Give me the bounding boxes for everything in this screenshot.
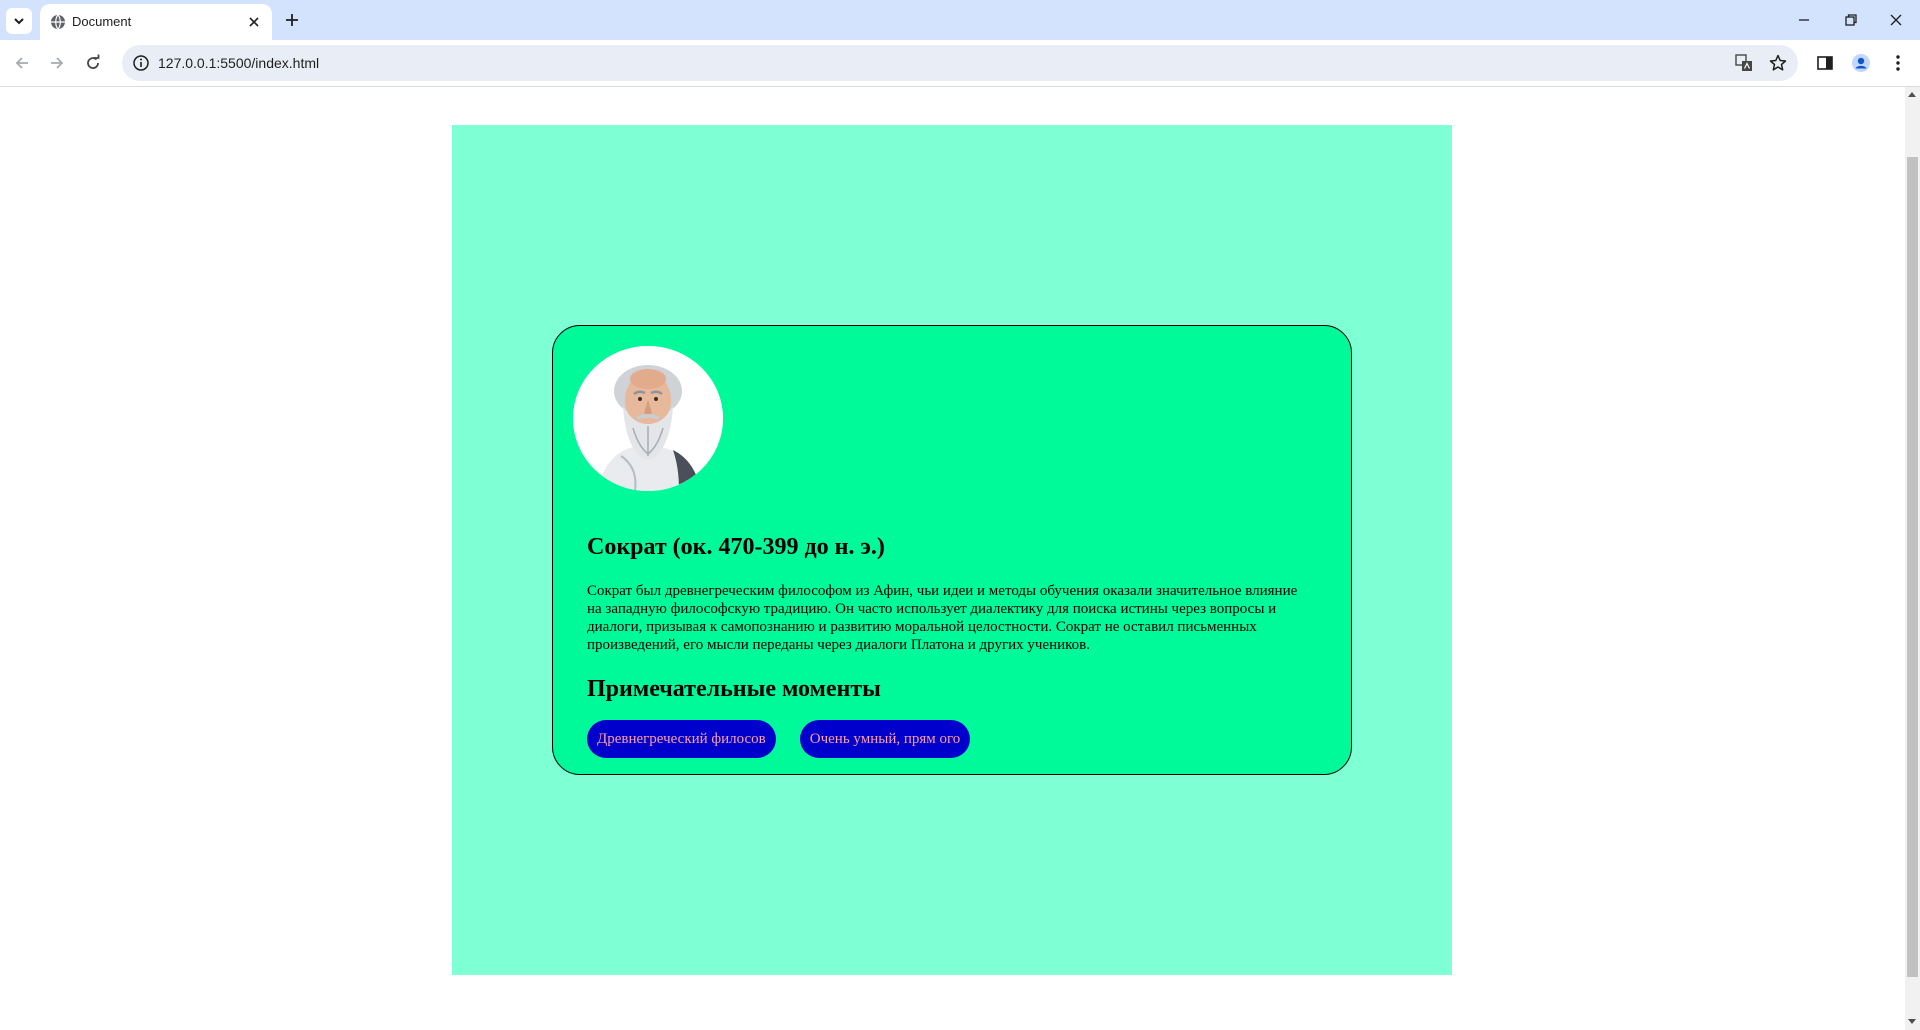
scroll-up-arrow[interactable]: [1908, 92, 1916, 97]
tab-strip: Document: [0, 0, 1920, 40]
forward-arrow-icon[interactable]: [47, 53, 67, 73]
side-panel-icon[interactable]: [1815, 53, 1835, 73]
profile-avatar-icon[interactable]: [1851, 53, 1871, 73]
profile-card: Сократ (ок. 470-399 до н. э.) Сократ был…: [552, 325, 1352, 775]
close-icon[interactable]: [246, 14, 262, 30]
card-bio: Сократ был древнегреческим философом из …: [587, 583, 1298, 653]
minimize-icon[interactable]: [1794, 10, 1814, 30]
scroll-down-arrow[interactable]: [1908, 1019, 1916, 1024]
page-container: Сократ (ок. 470-399 до н. э.) Сократ был…: [452, 125, 1452, 975]
tab-title: Document: [72, 14, 132, 29]
reload-icon[interactable]: [83, 53, 103, 73]
restore-icon[interactable]: [1841, 10, 1861, 30]
site-info-icon[interactable]: [132, 54, 150, 72]
browser-tab[interactable]: Document: [40, 4, 272, 40]
address-bar[interactable]: 127.0.0.1:5500/index.html: [122, 45, 1798, 81]
more-menu-icon[interactable]: [1888, 53, 1908, 73]
socrates-portrait: [573, 346, 723, 491]
chevron-down-icon: [14, 18, 24, 25]
back-arrow-icon[interactable]: [12, 53, 32, 73]
tag-very-smart[interactable]: Очень умный, прям ого: [799, 720, 971, 758]
bookmark-star-icon[interactable]: [1768, 53, 1788, 73]
scroll-thumb[interactable]: [1907, 157, 1918, 977]
tag-ancient-philosopher[interactable]: Древнегреческий филосов: [587, 720, 776, 758]
globe-icon: [51, 14, 65, 30]
tag-list: Древнегреческий филосов Очень умный, пря…: [587, 720, 971, 758]
url-text[interactable]: 127.0.0.1:5500/index.html: [158, 55, 319, 71]
translate-icon[interactable]: [1734, 53, 1754, 73]
card-title: Сократ (ок. 470-399 до н. э.): [587, 534, 885, 560]
page-viewport: Сократ (ок. 470-399 до н. э.) Сократ был…: [0, 87, 1905, 1030]
browser-toolbar: 127.0.0.1:5500/index.html: [0, 40, 1920, 87]
highlights-heading: Примечательные моменты: [587, 676, 881, 702]
new-tab-icon[interactable]: [283, 11, 301, 29]
tab-search-button[interactable]: [6, 8, 32, 34]
vertical-scrollbar[interactable]: [1905, 87, 1920, 1030]
window-close-icon[interactable]: [1886, 10, 1906, 30]
